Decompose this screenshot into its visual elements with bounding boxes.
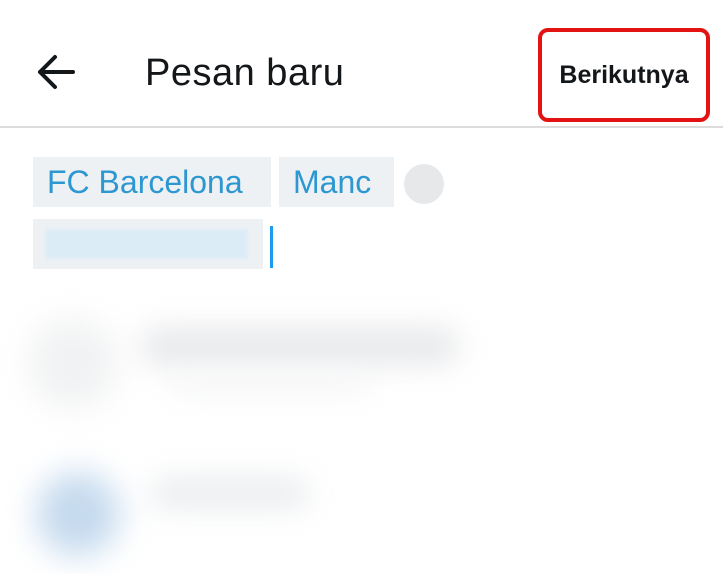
recipient-chip-manc[interactable]: Manc <box>279 157 394 207</box>
text-caret <box>270 226 273 268</box>
suggestion-row-blurred[interactable] <box>0 440 723 574</box>
recipient-chip-fc-barcelona[interactable]: FC Barcelona <box>33 157 271 207</box>
suggestion-avatar <box>28 318 118 408</box>
suggestion-avatar <box>36 472 120 556</box>
suggestion-name-blurred <box>140 326 460 366</box>
recipient-avatar-placeholder <box>404 164 444 204</box>
suggestion-handle-blurred <box>170 376 370 394</box>
page-title: Pesan baru <box>145 52 345 94</box>
recipient-search-input[interactable] <box>266 219 706 269</box>
suggestion-row-blurred[interactable] <box>0 290 723 430</box>
redacted-recipient-name <box>45 229 248 259</box>
new-message-screen: Pesan baru Berikutnya FC Barcelona Manc <box>0 0 723 574</box>
next-button[interactable]: Berikutnya <box>538 28 710 122</box>
back-button[interactable] <box>30 50 82 98</box>
arrow-left-icon <box>36 54 76 95</box>
suggestion-name-blurred <box>150 476 310 510</box>
recipient-chip-redacted[interactable] <box>33 219 263 269</box>
top-app-bar: Pesan baru Berikutnya <box>0 0 723 128</box>
